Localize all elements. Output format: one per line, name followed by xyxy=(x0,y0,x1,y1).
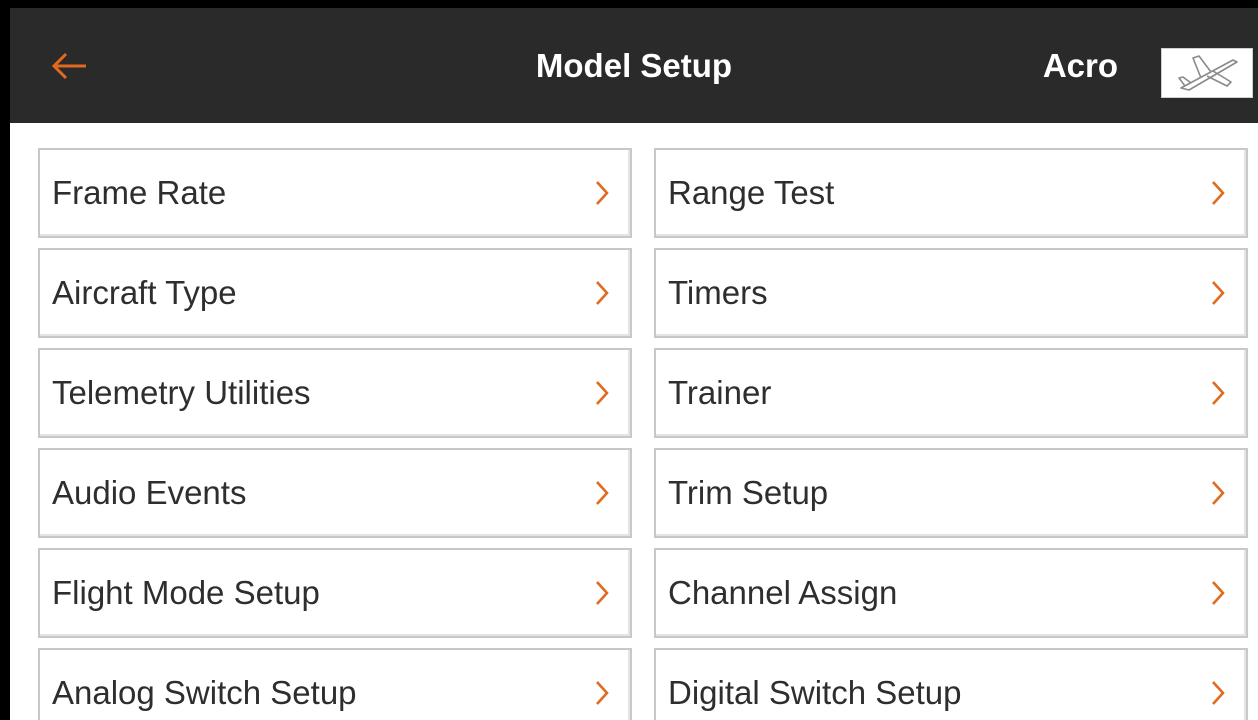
menu-item-channel-assign[interactable]: Channel Assign xyxy=(654,548,1248,638)
chevron-right-icon xyxy=(1210,279,1226,307)
chevron-right-icon xyxy=(1210,479,1226,507)
menu-item-label: Analog Switch Setup xyxy=(52,674,357,711)
menu-item-trim-setup[interactable]: Trim Setup xyxy=(654,448,1248,538)
screen: Model Setup Acro Frame Rate Range Test A… xyxy=(10,8,1258,720)
arrow-left-icon xyxy=(51,52,86,80)
model-type-button[interactable] xyxy=(1161,48,1253,98)
menu-item-label: Audio Events xyxy=(52,474,247,511)
menu-item-label: Flight Mode Setup xyxy=(52,574,320,611)
menu-item-timers[interactable]: Timers xyxy=(654,248,1248,338)
chevron-right-icon xyxy=(1210,579,1226,607)
airplane-icon xyxy=(1178,55,1238,91)
menu-item-label: Timers xyxy=(668,274,768,311)
menu-item-label: Range Test xyxy=(668,174,835,211)
menu-item-digital-switch-setup[interactable]: Digital Switch Setup xyxy=(654,648,1248,720)
menu-item-range-test[interactable]: Range Test xyxy=(654,148,1248,238)
menu-item-label: Telemetry Utilities xyxy=(52,374,311,411)
menu-item-aircraft-type[interactable]: Aircraft Type xyxy=(38,248,632,338)
menu-item-flight-mode-setup[interactable]: Flight Mode Setup xyxy=(38,548,632,638)
chevron-right-icon xyxy=(594,579,610,607)
menu-item-label: Channel Assign xyxy=(668,574,898,611)
menu-item-telemetry-utilities[interactable]: Telemetry Utilities xyxy=(38,348,632,438)
model-name: Acro xyxy=(1042,46,1118,84)
chevron-right-icon xyxy=(1210,679,1226,707)
menu-item-label: Trim Setup xyxy=(668,474,829,511)
menu-item-analog-switch-setup[interactable]: Analog Switch Setup xyxy=(38,648,632,720)
menu-item-trainer[interactable]: Trainer xyxy=(654,348,1248,438)
menu-item-label: Frame Rate xyxy=(52,174,227,211)
chevron-right-icon xyxy=(594,279,610,307)
header-bar: Model Setup Acro xyxy=(10,8,1258,123)
chevron-right-icon xyxy=(594,479,610,507)
chevron-right-icon xyxy=(594,379,610,407)
menu-item-audio-events[interactable]: Audio Events xyxy=(38,448,632,538)
menu-item-label: Digital Switch Setup xyxy=(668,674,962,711)
menu-item-label: Trainer xyxy=(668,374,772,411)
chevron-right-icon xyxy=(1210,179,1226,207)
chevron-right-icon xyxy=(1210,379,1226,407)
chevron-right-icon xyxy=(594,179,610,207)
menu-item-frame-rate[interactable]: Frame Rate xyxy=(38,148,632,238)
menu-item-label: Aircraft Type xyxy=(52,274,237,311)
chevron-right-icon xyxy=(594,679,610,707)
menu-grid: Frame Rate Range Test Aircraft Type Time… xyxy=(38,148,1248,720)
back-button[interactable] xyxy=(40,40,100,92)
